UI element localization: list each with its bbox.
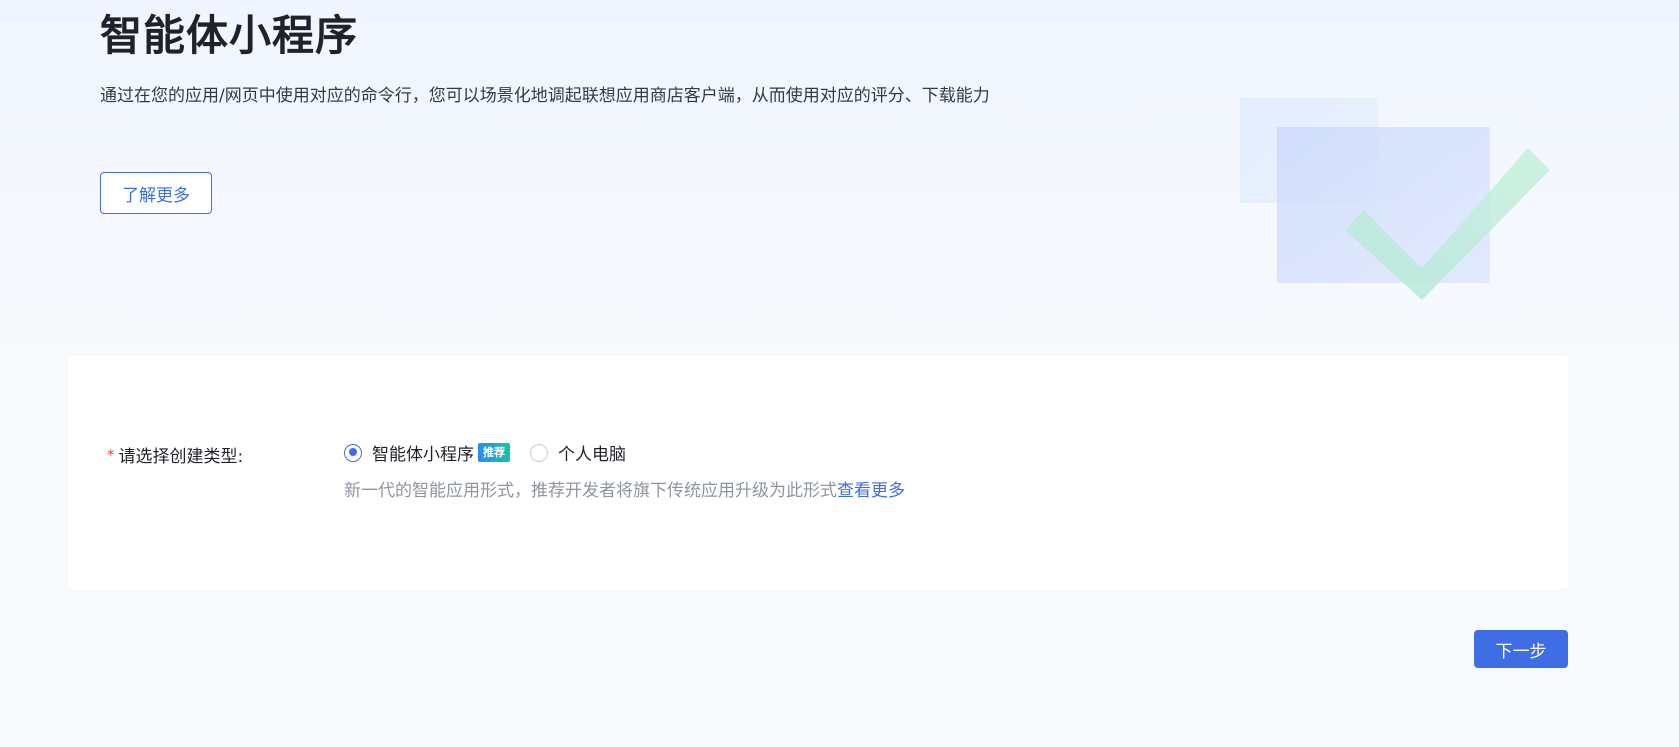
radio-unchecked-icon[interactable]	[530, 443, 548, 462]
checkmark-illustration-icon	[1240, 98, 1550, 300]
create-type-radio-group: 智能体小程序 推荐 个人电脑	[344, 440, 646, 465]
create-type-label: * 请选择创建类型:	[107, 442, 244, 468]
view-more-link[interactable]: 查看更多	[837, 481, 905, 501]
radio-option-pc[interactable]: 个人电脑	[530, 440, 626, 465]
page-description: 通过在您的应用/网页中使用对应的命令行，您可以场景化地调起联想应用商店客户端，从…	[100, 86, 990, 106]
recommended-badge: 推荐	[478, 443, 510, 462]
required-mark: *	[107, 445, 115, 464]
create-type-card: * 请选择创建类型: 智能体小程序 推荐 个人电脑 新一代的智能应用形式，推荐开…	[68, 356, 1568, 589]
radio-label-mini-program: 智能体小程序	[372, 445, 474, 465]
hero-banner: 智能体小程序 通过在您的应用/网页中使用对应的命令行，您可以场景化地调起联想应用…	[0, 0, 1679, 360]
learn-more-button[interactable]: 了解更多	[100, 172, 212, 214]
create-type-hint: 新一代的智能应用形式，推荐开发者将旗下传统应用升级为此形式查看更多	[344, 476, 905, 501]
next-step-button[interactable]: 下一步	[1474, 630, 1568, 668]
create-type-label-text: 请选择创建类型:	[118, 447, 244, 467]
radio-label-pc: 个人电脑	[558, 445, 626, 465]
hint-text: 新一代的智能应用形式，推荐开发者将旗下传统应用升级为此形式	[344, 481, 837, 501]
radio-checked-icon[interactable]	[344, 443, 362, 462]
page-title: 智能体小程序	[100, 11, 359, 60]
radio-option-mini-program[interactable]: 智能体小程序 推荐	[344, 440, 510, 465]
